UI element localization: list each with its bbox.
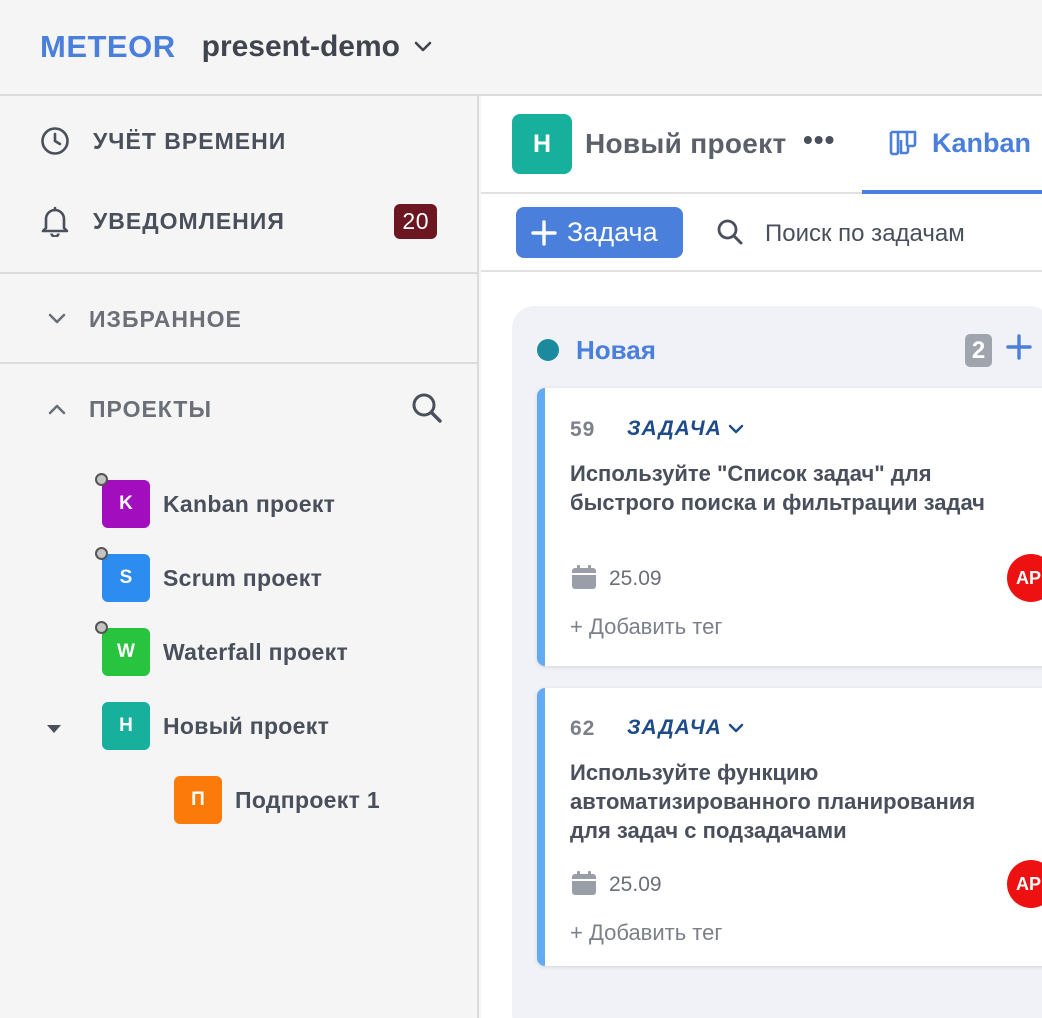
calendar-icon: [571, 564, 597, 595]
clock-icon: [40, 126, 70, 156]
divider: [0, 272, 477, 274]
task-number: 59: [570, 418, 596, 441]
chevron-down-icon: [728, 723, 743, 733]
project-avatar: Н: [512, 114, 572, 174]
projects-label: ПРОЕКТЫ: [89, 395, 212, 422]
main-panel: Н Новый проект ••• Kanban Задача Новая 2…: [481, 96, 1042, 1018]
notifications-count-badge: 20: [394, 203, 437, 239]
project-name: Подпроект 1: [235, 786, 380, 813]
task-card[interactable]: 59 ЗАДАЧА Используйте "Список задач" для…: [537, 388, 1042, 666]
status-dot: [95, 621, 108, 634]
avatar-letter: W: [117, 641, 135, 662]
projects-section-toggle[interactable]: ПРОЕКТЫ: [0, 386, 477, 432]
status-dot: [95, 547, 108, 560]
avatar-letter: S: [119, 567, 133, 588]
tab-kanban[interactable]: Kanban: [862, 96, 1042, 194]
chevron-down-icon: [728, 424, 743, 434]
chevron-up-icon: [42, 394, 72, 424]
sidebar-project-new[interactable]: Н Новый проект: [102, 702, 329, 750]
status-dot: [537, 339, 559, 361]
assignee-avatar[interactable]: AP: [1007, 860, 1042, 908]
sidebar: УЧЁТ ВРЕМЕНИ УВЕДОМЛЕНИЯ 20 ИЗБРАННОЕ ПР…: [0, 96, 479, 1018]
sidebar-item-label: УВЕДОМЛЕНИЯ: [93, 207, 285, 234]
bell-icon: [40, 206, 70, 237]
task-due-date: 25.09: [609, 567, 662, 590]
project-title: Новый проект: [585, 128, 787, 159]
column-title: Новая: [576, 335, 656, 365]
kanban-board-icon: [889, 130, 917, 156]
chevron-down-icon: [414, 41, 432, 52]
sidebar-subproject-1[interactable]: П Подпроект 1: [174, 776, 380, 824]
favorites-section-toggle[interactable]: ИЗБРАННОЕ: [0, 296, 477, 342]
avatar-letter: K: [119, 493, 133, 514]
caret-down-icon[interactable]: [46, 721, 62, 739]
favorites-label: ИЗБРАННОЕ: [89, 305, 242, 332]
workspace-name: present-demo: [201, 30, 400, 63]
project-avatar: K: [95, 473, 150, 528]
project-avatar: S: [95, 547, 150, 602]
kanban-column: Новая 2 59 ЗАДАЧА Используйте "Список за…: [512, 306, 1042, 1018]
add-task-button[interactable]: Задача: [516, 207, 683, 258]
sidebar-item-label: УЧЁТ ВРЕМЕНИ: [93, 127, 287, 154]
task-title: Используйте "Список задач" для быстрого …: [570, 459, 1040, 517]
task-type-dropdown[interactable]: ЗАДАЧА: [627, 716, 744, 740]
more-options-button[interactable]: •••: [803, 124, 835, 156]
workspace-switcher[interactable]: present-demo: [202, 30, 432, 64]
sidebar-item-notifications[interactable]: УВЕДОМЛЕНИЯ 20: [0, 196, 477, 246]
task-title: Используйте функцию автоматизированного …: [570, 758, 1040, 845]
task-card[interactable]: 62 ЗАДАЧА Используйте функцию автоматизи…: [537, 688, 1042, 966]
chevron-down-icon: [42, 304, 72, 334]
project-header: Н Новый проект ••• Kanban: [481, 96, 1042, 194]
add-card-icon[interactable]: [1005, 333, 1033, 366]
task-title-line: Используйте "Список задач" для: [570, 461, 932, 486]
board-toolbar: Задача: [481, 194, 1042, 272]
task-number: 62: [570, 717, 596, 740]
project-name: Новый проект: [163, 712, 330, 739]
add-task-label: Задача: [567, 217, 658, 247]
sidebar-project-scrum[interactable]: S Scrum проект: [95, 547, 323, 602]
calendar-icon: [571, 870, 597, 901]
project-name: Waterfall проект: [163, 638, 349, 665]
project-avatar: П: [174, 776, 222, 824]
task-title-line: автоматизированного планирования: [570, 789, 976, 814]
task-title-line: для задач с подзадачами: [570, 818, 847, 843]
divider: [0, 362, 477, 364]
add-tag-link[interactable]: + Добавить тег: [570, 920, 722, 946]
project-avatar: W: [95, 621, 150, 676]
plus-icon: [531, 219, 557, 246]
sidebar-item-time-tracking[interactable]: УЧЁТ ВРЕМЕНИ: [0, 118, 477, 164]
project-name: Kanban проект: [163, 490, 336, 517]
top-bar: METEOR present-demo: [0, 0, 1042, 96]
task-type-label: ЗАДАЧА: [627, 716, 722, 739]
status-dot: [95, 473, 108, 486]
task-title-line: быстрого поиска и фильтрации задач: [570, 490, 985, 515]
avatar-letter: П: [191, 789, 205, 810]
assignee-avatar[interactable]: AP: [1007, 554, 1042, 602]
task-type-dropdown[interactable]: ЗАДАЧА: [627, 417, 744, 441]
projects-search-icon[interactable]: [411, 392, 443, 429]
add-tag-link[interactable]: + Добавить тег: [570, 614, 722, 640]
task-search-input[interactable]: [765, 220, 1042, 248]
column-count-badge: 2: [965, 334, 992, 367]
sidebar-project-waterfall[interactable]: W Waterfall проект: [95, 621, 349, 676]
app-logo[interactable]: METEOR: [40, 29, 176, 65]
sidebar-project-kanban[interactable]: K Kanban проект: [95, 473, 336, 528]
search-icon: [716, 218, 744, 251]
project-avatar: Н: [102, 702, 150, 750]
task-due-date: 25.09: [609, 873, 662, 896]
project-name: Scrum проект: [163, 564, 323, 591]
avatar-letter: Н: [119, 715, 133, 736]
task-title-line: Используйте функцию: [570, 760, 819, 785]
tab-label: Kanban: [932, 127, 1032, 158]
task-type-label: ЗАДАЧА: [627, 417, 722, 440]
